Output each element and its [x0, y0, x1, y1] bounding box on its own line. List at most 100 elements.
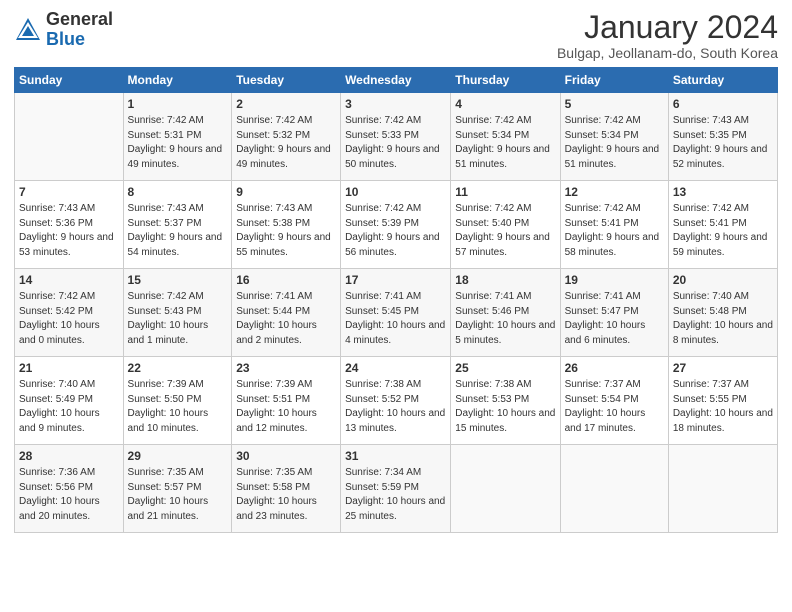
- col-thursday: Thursday: [451, 68, 560, 93]
- calendar-cell: 24 Sunrise: 7:38 AMSunset: 5:52 PMDayligh…: [341, 357, 451, 445]
- calendar-cell: 10 Sunrise: 7:42 AMSunset: 5:39 PMDayligh…: [341, 181, 451, 269]
- calendar-week-2: 7 Sunrise: 7:43 AMSunset: 5:36 PMDaylight…: [15, 181, 778, 269]
- calendar-cell: 22 Sunrise: 7:39 AMSunset: 5:50 PMDayligh…: [123, 357, 232, 445]
- day-number: 31: [345, 448, 446, 464]
- cell-info: Sunrise: 7:42 AMSunset: 5:34 PMDaylight:…: [565, 115, 660, 170]
- day-number: 12: [565, 184, 664, 200]
- day-number: 22: [128, 360, 228, 376]
- day-number: 30: [236, 448, 336, 464]
- cell-info: Sunrise: 7:42 AMSunset: 5:42 PMDaylight:…: [19, 291, 100, 346]
- cell-info: Sunrise: 7:42 AMSunset: 5:32 PMDaylight:…: [236, 115, 331, 170]
- day-number: 28: [19, 448, 119, 464]
- calendar-cell: 7 Sunrise: 7:43 AMSunset: 5:36 PMDaylight…: [15, 181, 124, 269]
- logo-icon: [14, 16, 42, 44]
- calendar-cell: 21 Sunrise: 7:40 AMSunset: 5:49 PMDayligh…: [15, 357, 124, 445]
- page-title: January 2024: [557, 10, 778, 45]
- day-number: 4: [455, 96, 555, 112]
- cell-info: Sunrise: 7:40 AMSunset: 5:49 PMDaylight:…: [19, 379, 100, 434]
- calendar-cell: 6Sunrise: 7:43 AMSunset: 5:35 PMDaylight…: [668, 93, 777, 181]
- cell-info: Sunrise: 7:43 AMSunset: 5:38 PMDaylight:…: [236, 203, 331, 258]
- calendar-cell: 25 Sunrise: 7:38 AMSunset: 5:53 PMDayligh…: [451, 357, 560, 445]
- col-sunday: Sunday: [15, 68, 124, 93]
- day-number: 6: [673, 96, 773, 112]
- page-subtitle: Bulgap, Jeollanam-do, South Korea: [557, 45, 778, 61]
- calendar-week-3: 14Sunrise: 7:42 AMSunset: 5:42 PMDayligh…: [15, 269, 778, 357]
- day-number: 5: [565, 96, 664, 112]
- cell-info: Sunrise: 7:38 AMSunset: 5:52 PMDaylight:…: [345, 379, 445, 434]
- day-number: 29: [128, 448, 228, 464]
- logo-text: General Blue: [46, 10, 113, 50]
- day-number: 27: [673, 360, 773, 376]
- cell-info: Sunrise: 7:35 AMSunset: 5:58 PMDaylight:…: [236, 467, 317, 522]
- logo-blue-text: Blue: [46, 30, 113, 50]
- calendar-cell: 1 Sunrise: 7:42 AMSunset: 5:31 PMDaylight…: [123, 93, 232, 181]
- day-number: 1: [128, 96, 228, 112]
- day-number: 11: [455, 184, 555, 200]
- calendar-cell: 12 Sunrise: 7:42 AMSunset: 5:41 PMDayligh…: [560, 181, 668, 269]
- cell-info: Sunrise: 7:43 AMSunset: 5:37 PMDaylight:…: [128, 203, 223, 258]
- calendar-cell: 9 Sunrise: 7:43 AMSunset: 5:38 PMDaylight…: [232, 181, 341, 269]
- cell-info: Sunrise: 7:41 AMSunset: 5:47 PMDaylight:…: [565, 291, 646, 346]
- calendar-cell: 31 Sunrise: 7:34 AMSunset: 5:59 PMDayligh…: [341, 445, 451, 533]
- cell-info: Sunrise: 7:39 AMSunset: 5:51 PMDaylight:…: [236, 379, 317, 434]
- calendar-cell: 13Sunrise: 7:42 AMSunset: 5:41 PMDayligh…: [668, 181, 777, 269]
- calendar-cell: 18Sunrise: 7:41 AMSunset: 5:46 PMDayligh…: [451, 269, 560, 357]
- calendar-cell: [668, 445, 777, 533]
- calendar-cell: 26 Sunrise: 7:37 AMSunset: 5:54 PMDayligh…: [560, 357, 668, 445]
- cell-info: Sunrise: 7:42 AMSunset: 5:41 PMDaylight:…: [565, 203, 660, 258]
- calendar-cell: [451, 445, 560, 533]
- day-number: 26: [565, 360, 664, 376]
- calendar-cell: 20 Sunrise: 7:40 AMSunset: 5:48 PMDayligh…: [668, 269, 777, 357]
- logo: General Blue: [14, 10, 113, 50]
- day-number: 15: [128, 272, 228, 288]
- day-number: 10: [345, 184, 446, 200]
- day-number: 18: [455, 272, 555, 288]
- header-row: Sunday Monday Tuesday Wednesday Thursday…: [15, 68, 778, 93]
- cell-info: Sunrise: 7:37 AMSunset: 5:54 PMDaylight:…: [565, 379, 646, 434]
- calendar-cell: 17 Sunrise: 7:41 AMSunset: 5:45 PMDayligh…: [341, 269, 451, 357]
- cell-info: Sunrise: 7:42 AMSunset: 5:39 PMDaylight:…: [345, 203, 440, 258]
- col-friday: Friday: [560, 68, 668, 93]
- calendar-cell: 23 Sunrise: 7:39 AMSunset: 5:51 PMDayligh…: [232, 357, 341, 445]
- calendar-cell: 15Sunrise: 7:42 AMSunset: 5:43 PMDayligh…: [123, 269, 232, 357]
- calendar-cell: [560, 445, 668, 533]
- cell-info: Sunrise: 7:37 AMSunset: 5:55 PMDaylight:…: [673, 379, 773, 434]
- calendar-cell: 2Sunrise: 7:42 AMSunset: 5:32 PMDaylight…: [232, 93, 341, 181]
- calendar-cell: 8Sunrise: 7:43 AMSunset: 5:37 PMDaylight…: [123, 181, 232, 269]
- calendar-cell: 27 Sunrise: 7:37 AMSunset: 5:55 PMDayligh…: [668, 357, 777, 445]
- calendar-cell: 11Sunrise: 7:42 AMSunset: 5:40 PMDayligh…: [451, 181, 560, 269]
- day-number: 7: [19, 184, 119, 200]
- col-saturday: Saturday: [668, 68, 777, 93]
- col-monday: Monday: [123, 68, 232, 93]
- cell-info: Sunrise: 7:35 AMSunset: 5:57 PMDaylight:…: [128, 467, 209, 522]
- calendar-cell: 16Sunrise: 7:41 AMSunset: 5:44 PMDayligh…: [232, 269, 341, 357]
- day-number: 17: [345, 272, 446, 288]
- day-number: 23: [236, 360, 336, 376]
- cell-info: Sunrise: 7:39 AMSunset: 5:50 PMDaylight:…: [128, 379, 209, 434]
- page: General Blue January 2024 Bulgap, Jeolla…: [0, 0, 792, 612]
- calendar-cell: 30 Sunrise: 7:35 AMSunset: 5:58 PMDayligh…: [232, 445, 341, 533]
- title-block: January 2024 Bulgap, Jeollanam-do, South…: [557, 10, 778, 61]
- day-number: 19: [565, 272, 664, 288]
- day-number: 21: [19, 360, 119, 376]
- calendar-header: Sunday Monday Tuesday Wednesday Thursday…: [15, 68, 778, 93]
- calendar-body: 1 Sunrise: 7:42 AMSunset: 5:31 PMDaylight…: [15, 93, 778, 533]
- calendar-cell: 5 Sunrise: 7:42 AMSunset: 5:34 PMDaylight…: [560, 93, 668, 181]
- cell-info: Sunrise: 7:34 AMSunset: 5:59 PMDaylight:…: [345, 467, 445, 522]
- cell-info: Sunrise: 7:43 AMSunset: 5:36 PMDaylight:…: [19, 203, 114, 258]
- cell-info: Sunrise: 7:42 AMSunset: 5:31 PMDaylight:…: [128, 115, 223, 170]
- day-number: 24: [345, 360, 446, 376]
- cell-info: Sunrise: 7:42 AMSunset: 5:41 PMDaylight:…: [673, 203, 768, 258]
- day-number: 25: [455, 360, 555, 376]
- col-tuesday: Tuesday: [232, 68, 341, 93]
- day-number: 20: [673, 272, 773, 288]
- header: General Blue January 2024 Bulgap, Jeolla…: [14, 10, 778, 61]
- calendar-cell: 28Sunrise: 7:36 AMSunset: 5:56 PMDayligh…: [15, 445, 124, 533]
- cell-info: Sunrise: 7:42 AMSunset: 5:34 PMDaylight:…: [455, 115, 550, 170]
- day-number: 3: [345, 96, 446, 112]
- cell-info: Sunrise: 7:41 AMSunset: 5:45 PMDaylight:…: [345, 291, 445, 346]
- day-number: 9: [236, 184, 336, 200]
- cell-info: Sunrise: 7:40 AMSunset: 5:48 PMDaylight:…: [673, 291, 773, 346]
- calendar-cell: [15, 93, 124, 181]
- cell-info: Sunrise: 7:38 AMSunset: 5:53 PMDaylight:…: [455, 379, 555, 434]
